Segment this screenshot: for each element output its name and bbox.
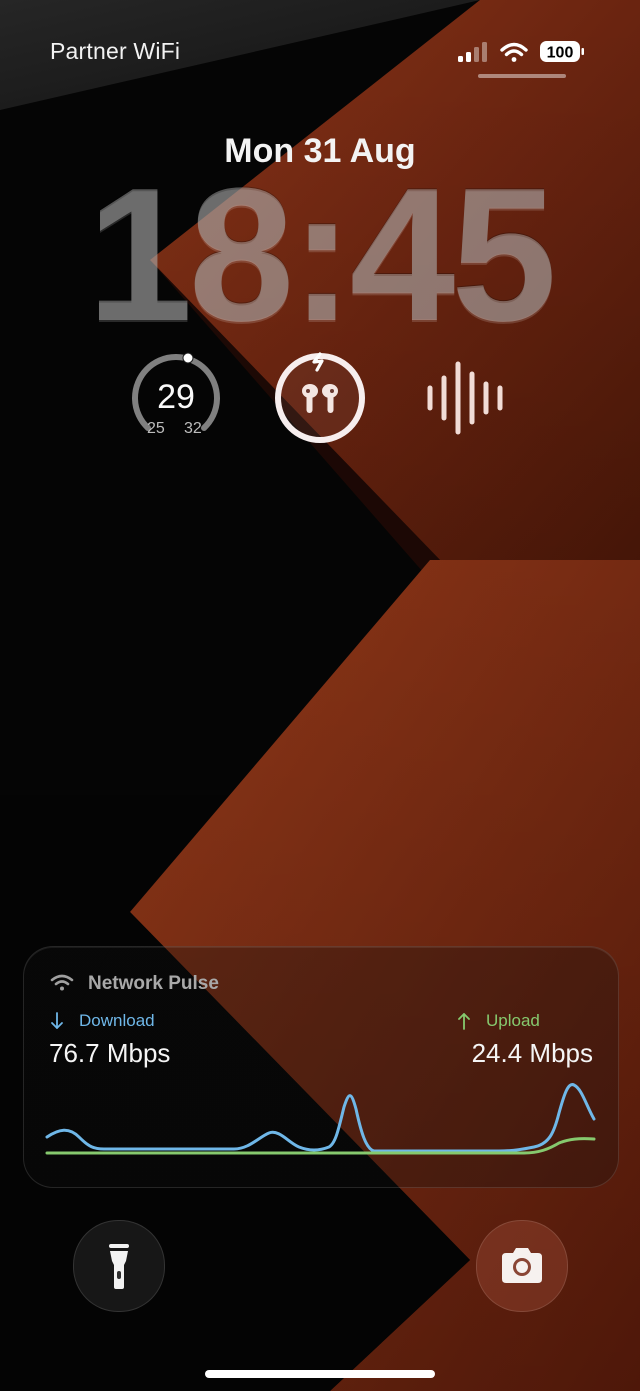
airpods-charging-icon <box>275 352 365 443</box>
widget-title: Network Pulse <box>88 973 219 994</box>
voice-waveform-icon <box>427 361 503 435</box>
status-icons: 100 <box>458 41 584 62</box>
cellular-signal-icon <box>458 42 487 62</box>
airpods-battery-widget[interactable] <box>272 350 368 446</box>
upload-arrow-icon <box>458 1013 470 1030</box>
battery-icon: 100 <box>540 41 584 62</box>
camera-button[interactable] <box>476 1220 568 1312</box>
weather-low-temp: 25 <box>147 420 165 437</box>
network-pulse-widget[interactable]: Network Pulse Download 76.7 Mbps Upload … <box>23 946 619 1188</box>
status-bar-pill <box>478 74 566 78</box>
voice-memo-widget[interactable] <box>420 360 510 436</box>
carrier-name: Partner WiFi <box>50 38 181 64</box>
wifi-icon <box>500 42 528 62</box>
download-line <box>45 1083 596 1153</box>
download-arrow-icon <box>51 1012 63 1029</box>
flashlight-icon <box>109 1244 129 1289</box>
weather-widget[interactable]: 29 25 32 <box>128 350 224 446</box>
wifi-icon <box>50 974 74 991</box>
lock-time: 18:45 <box>87 149 557 361</box>
camera-icon <box>502 1248 542 1283</box>
battery-level: 100 <box>547 45 574 62</box>
flashlight-button[interactable] <box>73 1220 165 1312</box>
download-label: Download <box>79 1011 155 1030</box>
upload-label: Upload <box>486 1011 540 1030</box>
weather-current-temp: 29 <box>157 378 195 416</box>
download-speed: 76.7 Mbps <box>49 1038 171 1068</box>
throughput-sparkline <box>45 1083 596 1155</box>
home-indicator[interactable] <box>205 1370 435 1378</box>
upload-speed: 24.4 Mbps <box>471 1038 593 1068</box>
weather-high-temp: 32 <box>184 420 202 437</box>
